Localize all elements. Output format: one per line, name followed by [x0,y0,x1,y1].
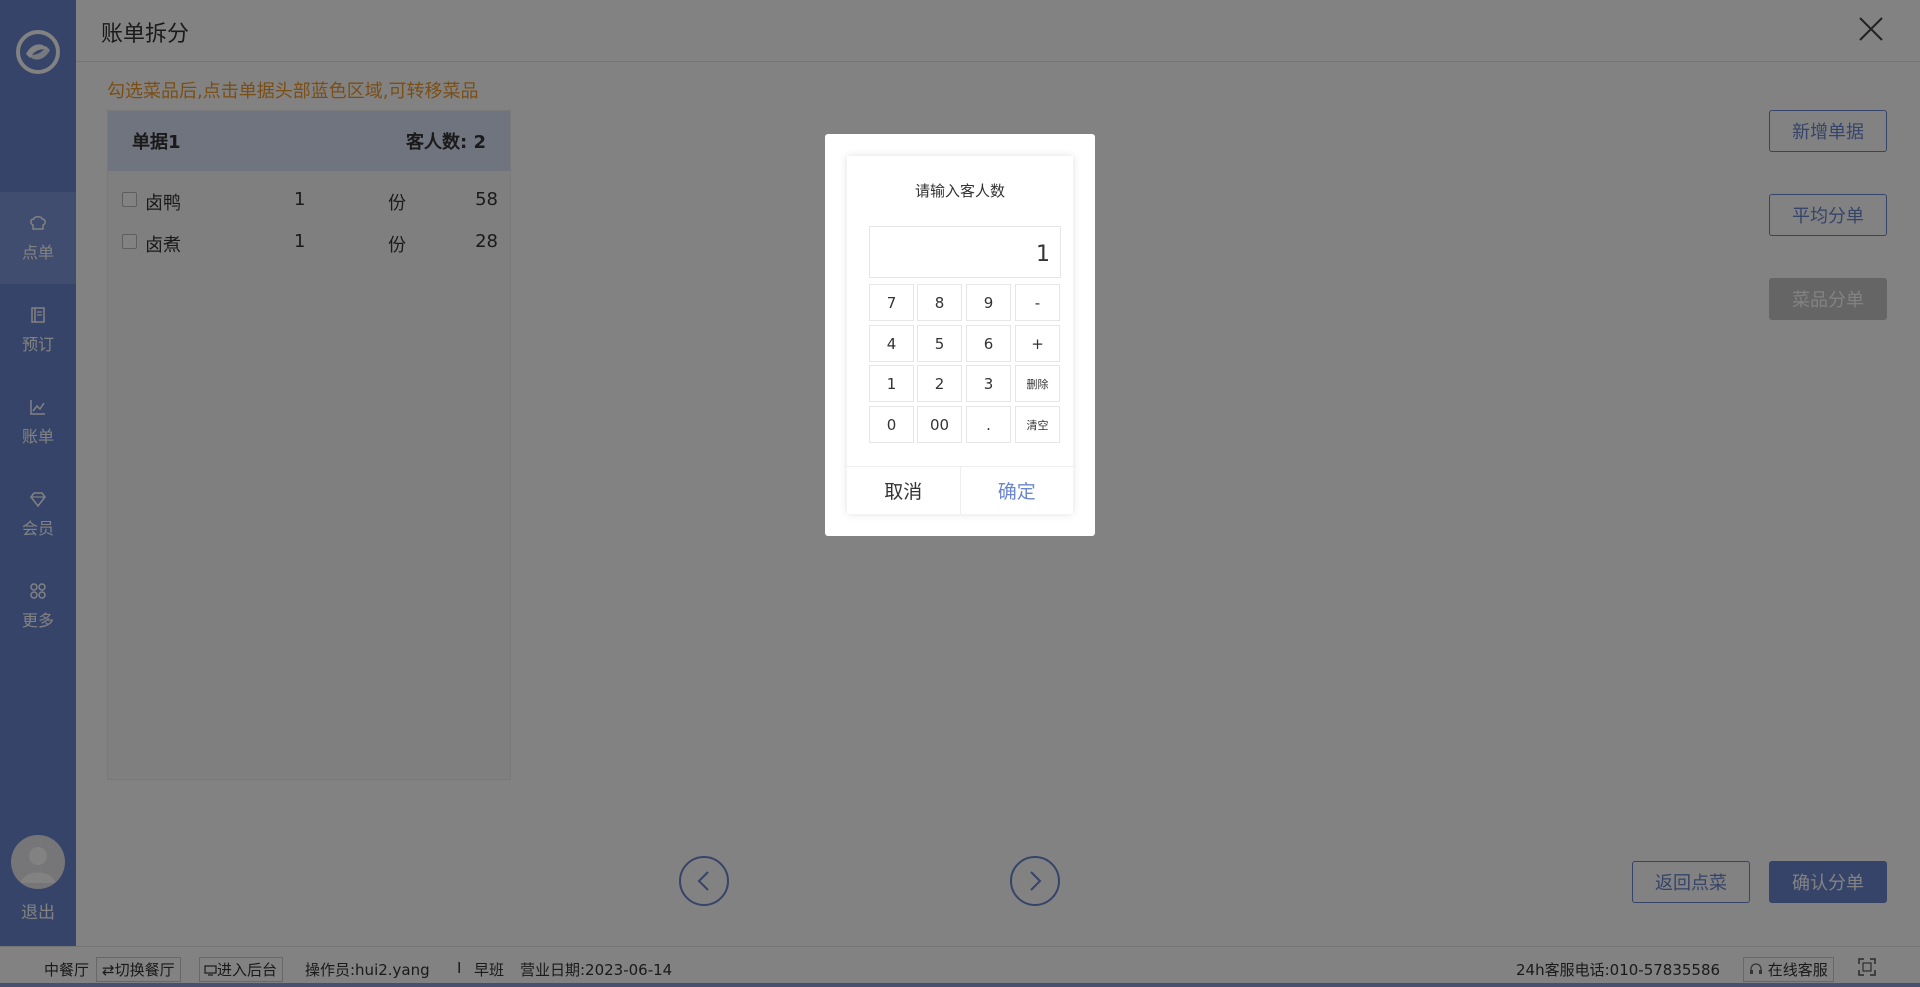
number-pad: 请输入客人数 1 7 8 9 - 4 5 6 + 1 2 3 删除 0 00 .… [847,156,1073,514]
key-7[interactable]: 7 [869,284,914,321]
key-clear[interactable]: 清空 [1015,406,1060,443]
key-3[interactable]: 3 [966,365,1011,402]
key-delete[interactable]: 删除 [1015,365,1060,402]
key-9[interactable]: 9 [966,284,1011,321]
key-6[interactable]: 6 [966,325,1011,362]
cancel-button[interactable]: 取消 [847,467,961,514]
dialog-actions: 取消 确定 [847,466,1073,514]
key-minus[interactable]: - [1015,284,1060,321]
key-5[interactable]: 5 [917,325,962,362]
key-plus[interactable]: + [1015,325,1060,362]
guest-count-dialog: 请输入客人数 1 7 8 9 - 4 5 6 + 1 2 3 删除 0 00 .… [825,134,1095,536]
key-dot[interactable]: . [966,406,1011,443]
key-0[interactable]: 0 [869,406,914,443]
dialog-title: 请输入客人数 [914,182,1005,200]
key-4[interactable]: 4 [869,325,914,362]
confirm-button[interactable]: 确定 [961,467,1074,514]
key-1[interactable]: 1 [869,365,914,402]
key-8[interactable]: 8 [917,284,962,321]
key-00[interactable]: 00 [917,406,962,443]
number-display[interactable]: 1 [869,226,1061,278]
key-2[interactable]: 2 [917,365,962,402]
